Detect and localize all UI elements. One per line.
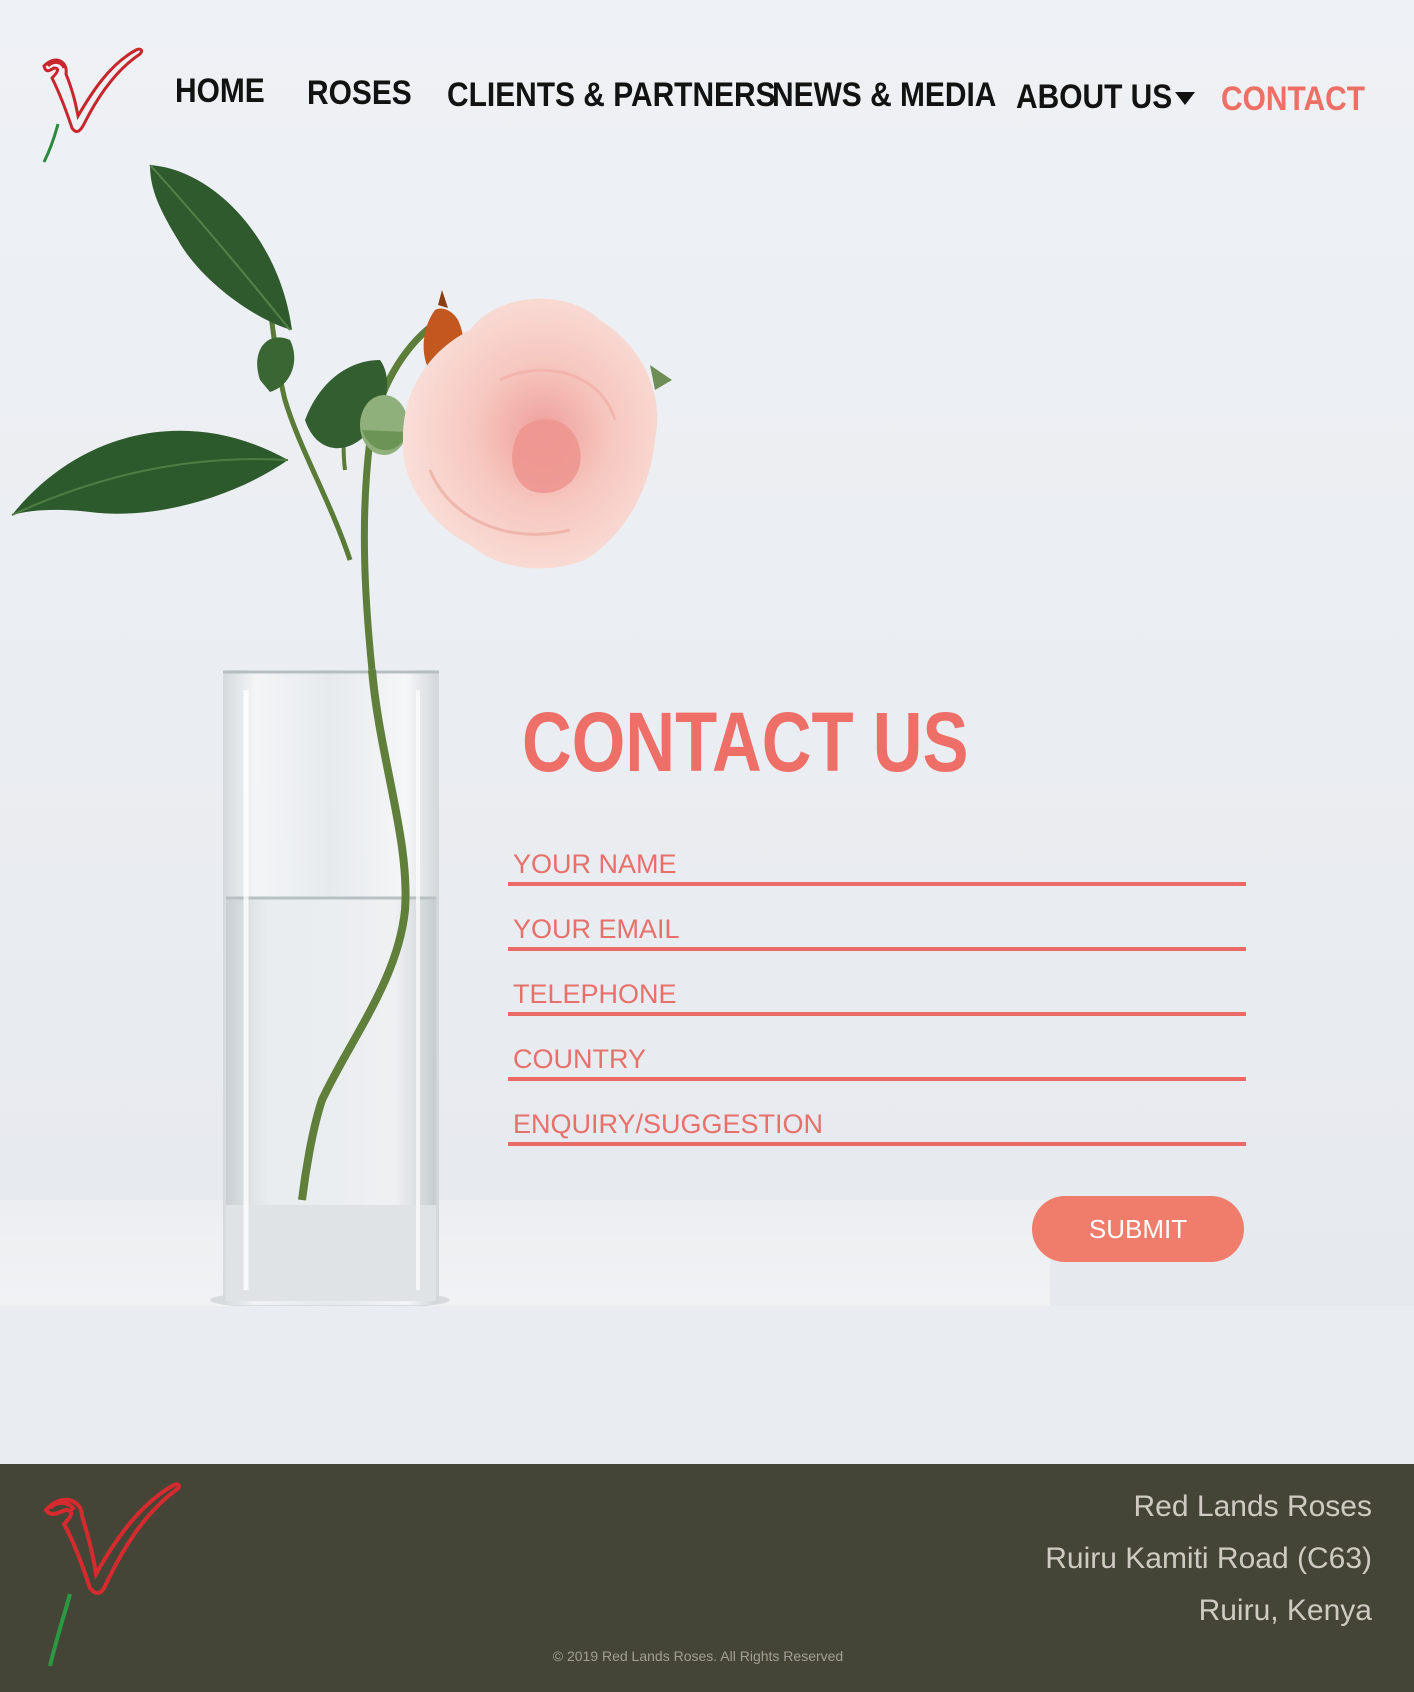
enquiry-field[interactable] xyxy=(508,1106,1246,1146)
contact-title: CONTACT US xyxy=(522,695,969,789)
caret-down-icon[interactable] xyxy=(1175,92,1195,105)
rose-logo-icon xyxy=(43,1482,181,1667)
country-field[interactable] xyxy=(508,1041,1246,1081)
email-field[interactable] xyxy=(508,911,1246,951)
footer: Red Lands Roses Ruiru Kamiti Road (C63) … xyxy=(0,1464,1414,1692)
name-field[interactable] xyxy=(508,846,1246,886)
main-nav: HOME ROSES CLIENTS & PARTNERS NEWS & MED… xyxy=(0,0,1414,150)
nav-news-media[interactable]: NEWS & MEDIA xyxy=(772,76,996,115)
submit-button[interactable]: SUBMIT xyxy=(1032,1196,1244,1262)
footer-company: Red Lands Roses xyxy=(1133,1490,1372,1523)
footer-town: Ruiru, Kenya xyxy=(1198,1594,1372,1627)
nav-clients-partners[interactable]: CLIENTS & PARTNERS xyxy=(447,76,776,115)
nav-about-us[interactable]: ABOUT US xyxy=(1016,78,1172,117)
footer-road: Ruiru Kamiti Road (C63) xyxy=(1045,1542,1372,1575)
telephone-field[interactable] xyxy=(508,976,1246,1016)
copyright: © 2019 Red Lands Roses. All Rights Reser… xyxy=(552,1648,844,1664)
nav-roses[interactable]: ROSES xyxy=(307,74,412,113)
nav-contact[interactable]: CONTACT xyxy=(1221,80,1365,119)
nav-home[interactable]: HOME xyxy=(175,72,265,111)
